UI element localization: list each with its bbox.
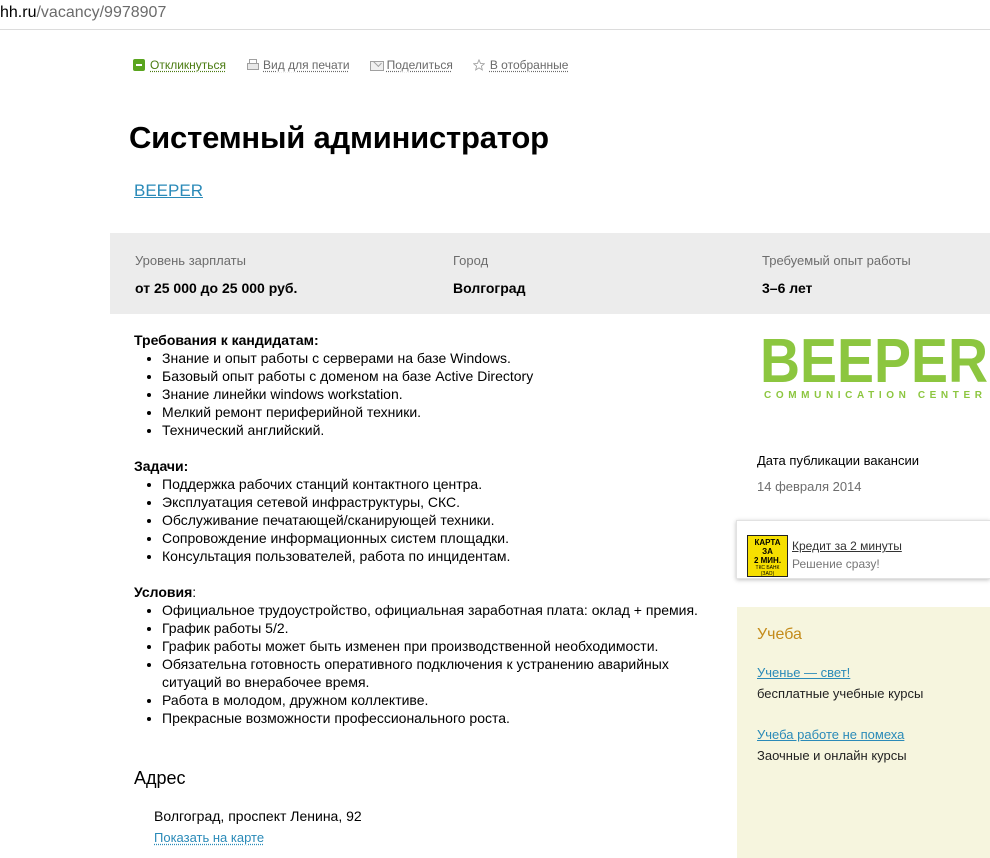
- printer-icon: [246, 59, 260, 71]
- list-item: Мелкий ремонт периферийной техники.: [162, 403, 709, 421]
- study-title: Учеба: [757, 626, 802, 643]
- list-item: Знание и опыт работы с серверами на базе…: [162, 349, 709, 367]
- study-subtitle-1: бесплатные учебные курсы: [757, 686, 924, 701]
- list-item: Сопровождение информационных систем площ…: [162, 529, 709, 547]
- star-icon: [472, 59, 485, 71]
- requirements-heading: Требования к кандидатам:: [134, 332, 319, 348]
- credit-ad-subtitle: Решение сразу!: [792, 557, 880, 571]
- list-item: График работы 5/2.: [162, 619, 709, 637]
- salary-label: Уровень зарплаты: [135, 253, 246, 268]
- beeper-logo[interactable]: BEEPER COMMUNICATION CENTER: [760, 330, 990, 402]
- company-link[interactable]: BEEPER: [134, 181, 203, 201]
- list-item: Обслуживание печатающей/сканирующей техн…: [162, 511, 709, 529]
- print-view-button[interactable]: Вид для печати: [246, 58, 350, 72]
- list-item: Консультация пользователей, работа по ин…: [162, 547, 709, 565]
- url-path: /vacancy/9978907: [36, 4, 167, 21]
- salary-value: от 25 000 до 25 000 руб.: [135, 280, 298, 296]
- vacancy-info-bar: Уровень зарплаты от 25 000 до 25 000 руб…: [110, 233, 990, 314]
- list-item: Эксплуатация сетевой инфраструктуры, СКС…: [162, 493, 709, 511]
- conditions-list: Официальное трудоустройство, официальная…: [144, 601, 709, 727]
- city-label: Город: [453, 253, 489, 268]
- bank-card-icon: КАРТА ЗА 2 МИН. ТКС БАНК (ЗАО): [747, 535, 788, 577]
- requirements-list: Знание и опыт работы с серверами на базе…: [144, 349, 709, 439]
- address-bar[interactable]: hh.ru/vacancy/9978907: [0, 0, 990, 30]
- credit-ad[interactable]: КАРТА ЗА 2 МИН. ТКС БАНК (ЗАО) Кредит за…: [736, 520, 990, 579]
- share-label[interactable]: Поделиться: [387, 58, 453, 72]
- city-value: Волгоград: [453, 280, 526, 296]
- vacancy-description: Требования к кандидатам: Знание и опыт р…: [134, 331, 709, 727]
- card-bank-suffix: (ЗАО): [760, 571, 775, 577]
- list-item: Прекрасные возможности профессионального…: [162, 709, 709, 727]
- list-item: Обязательна готовность оперативного подк…: [162, 655, 709, 691]
- list-item: Официальное трудоустройство, официальная…: [162, 601, 709, 619]
- show-on-map-link[interactable]: Показать на карте: [154, 830, 264, 845]
- url-text[interactable]: hh.ru/vacancy/9978907: [0, 4, 166, 22]
- logo-wordmark: BEEPER: [760, 330, 988, 396]
- card-text-line1: КАРТА ЗА: [754, 538, 781, 556]
- conditions-heading-text: Условия: [134, 584, 193, 600]
- respond-button[interactable]: Откликнуться: [133, 58, 226, 72]
- conditions-heading-colon: :: [192, 584, 197, 600]
- experience-label: Требуемый опыт работы: [762, 253, 911, 268]
- vacancy-title: Системный администратор: [129, 120, 549, 155]
- share-button[interactable]: Поделиться: [369, 58, 453, 72]
- publication-label: Дата публикации вакансии: [757, 453, 919, 468]
- favorites-label[interactable]: В отобранные: [490, 58, 569, 72]
- print-view-label[interactable]: Вид для печати: [263, 58, 350, 72]
- list-item: Работа в молодом, дружном коллективе.: [162, 691, 709, 709]
- list-item: Знание линейки windows workstation.: [162, 385, 709, 403]
- address-heading: Адрес: [134, 768, 186, 788]
- card-text-line2: 2 МИН.: [753, 556, 782, 565]
- envelope-icon: [369, 59, 384, 71]
- credit-ad-link[interactable]: Кредит за 2 минуты: [792, 539, 902, 553]
- tasks-heading: Задачи:: [134, 458, 189, 474]
- list-item: Поддержка рабочих станций контактного це…: [162, 475, 709, 493]
- conditions-heading: Условия:: [134, 583, 709, 601]
- experience-value: 3–6 лет: [762, 280, 813, 296]
- study-link-1[interactable]: Ученье — свет!: [757, 665, 850, 680]
- add-to-favorites-button[interactable]: В отобранные: [472, 58, 569, 72]
- publication-date: 14 февраля 2014: [757, 479, 862, 494]
- list-item: График работы может быть изменен при про…: [162, 637, 709, 655]
- list-item: Базовый опыт работы с доменом на базе Ac…: [162, 367, 709, 385]
- address-text: Волгоград, проспект Ленина, 92: [154, 808, 362, 824]
- vacancy-toolbar: Откликнуться Вид для печати Поделиться В…: [133, 56, 588, 74]
- study-block: Учеба Ученье — свет! бесплатные учебные …: [737, 607, 990, 858]
- url-host: hh.ru: [0, 4, 37, 21]
- tasks-list: Поддержка рабочих станций контактного це…: [144, 475, 709, 565]
- list-item: Технический английский.: [162, 421, 709, 439]
- respond-icon: [133, 59, 145, 71]
- study-link-2[interactable]: Учеба работе не помеха: [757, 727, 904, 742]
- study-subtitle-2: Заочные и онлайн курсы: [757, 748, 907, 763]
- respond-label[interactable]: Откликнуться: [150, 58, 226, 72]
